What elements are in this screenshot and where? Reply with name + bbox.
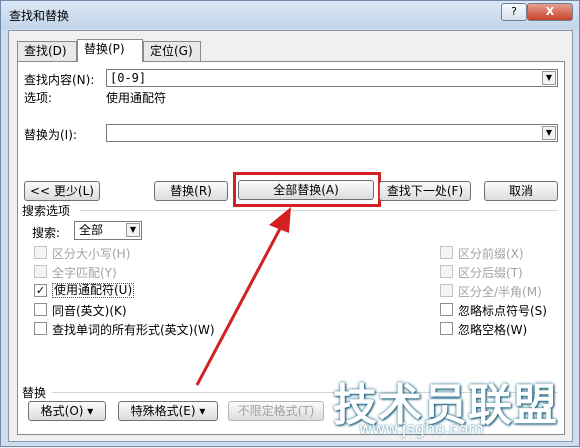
- find-replace-dialog: 查找和替换 ? X 查找(D) 替换(P) 定位(G) 查找内容(N): [0-…: [0, 0, 580, 447]
- arrow-head: [269, 207, 291, 233]
- watermark-url: www.jsgho.com: [359, 419, 484, 438]
- arrow-shaft: [195, 222, 285, 386]
- tab-replace[interactable]: 替换(P): [77, 39, 143, 62]
